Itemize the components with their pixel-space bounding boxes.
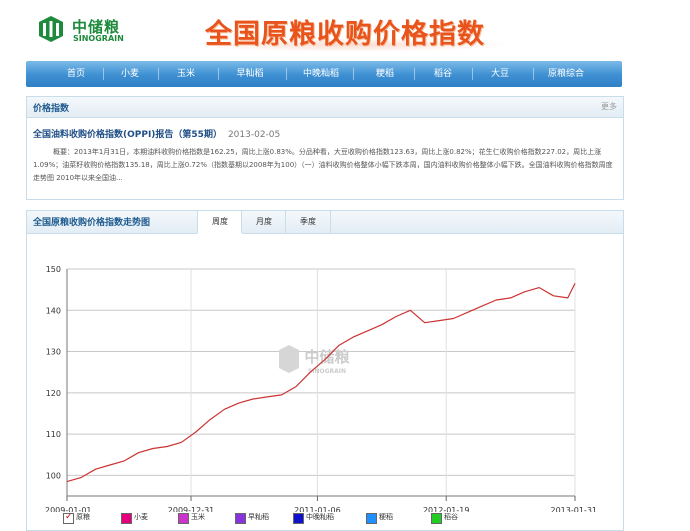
nav-item-paddy-rice[interactable]: 稻谷 (413, 61, 473, 87)
nav-item-early-indica-rice[interactable]: 早籼稻 (220, 61, 280, 87)
chart-panel: 全国原粮收购价格指数走势图 周度 月度 季度 100 110 120 130 140 15… (26, 210, 624, 531)
nav-item-corn[interactable]: 玉米 (156, 61, 216, 87)
y-tick-label: 110 (46, 430, 61, 439)
grain-logo-icon (39, 16, 63, 42)
nav-item-wheat[interactable]: 小麦 (100, 61, 160, 87)
nav-item-mid-late-indica-rice[interactable]: 中晚籼稻 (291, 61, 351, 87)
tab-monthly[interactable]: 月度 (241, 211, 286, 233)
legend-checkbox[interactable] (121, 513, 132, 524)
legend-label: 粳稻 (379, 513, 393, 521)
legend-label: 玉米 (191, 513, 205, 521)
header: 中储粮 SINOGRAIN 全国原粮收购价格指数 (0, 0, 690, 60)
legend-label: 早籼稻 (248, 513, 269, 521)
y-tick-label: 150 (46, 265, 61, 274)
news-panel-title: 价格指数 (33, 104, 70, 114)
legend-checkbox[interactable] (178, 513, 189, 524)
nav-item-japonica-rice[interactable]: 粳稻 (355, 61, 415, 87)
legend-checkbox[interactable] (431, 513, 442, 524)
news-panel-header: 价格指数 更多 (27, 97, 623, 118)
main-nav: 首页 小麦 玉米 早籼稻 中晚籼稻 粳稻 稻谷 大豆 原粮综合 (26, 61, 622, 87)
legend-checkbox[interactable]: ✓ (63, 512, 74, 524)
nav-separator (286, 68, 287, 80)
legend-label: 原粮 (76, 513, 90, 521)
nav-item-grain-composite[interactable]: 原粮综合 (536, 61, 596, 87)
nav-separator (533, 68, 534, 80)
nav-item-home[interactable]: 首页 (46, 61, 106, 87)
nav-separator (353, 68, 354, 80)
nav-separator (218, 68, 219, 80)
x-tick-label: 2013-01-31 (551, 506, 598, 512)
article-date: 2013-02-05 (227, 130, 281, 140)
y-tick-label: 140 (46, 306, 61, 315)
legend-label: 中晚籼稻 (306, 513, 334, 521)
legend-label: 小麦 (134, 513, 148, 521)
y-tick-label: 120 (46, 389, 61, 398)
nav-item-soybean[interactable]: 大豆 (470, 61, 530, 87)
article-title-link[interactable]: 全国油料收购价格指数(OPPI)报告（第55期） 2013-02-05 (33, 127, 280, 140)
article-summary: 概要：2013年1月31日，本期油料收购价格指数是162.25，周比上涨0.83… (33, 148, 613, 182)
price-index-line-chart: 1001101201301401502009-01-01 2009-12-31 20… (45, 265, 598, 512)
banner-title: 全国原粮收购价格指数 (205, 19, 485, 50)
article-title-text[interactable]: 全国油料收购价格指数(OPPI)报告（第55期） (33, 130, 222, 140)
chart-panel-header: 全国原粮收购价格指数走势图 周度 月度 季度 (27, 211, 623, 234)
chart-panel-title: 全国原粮收购价格指数走势图 (33, 218, 151, 228)
more-link[interactable]: 更多 (601, 101, 617, 112)
tab-quarterly[interactable]: 季度 (285, 211, 331, 233)
legend-checkbox[interactable] (235, 513, 246, 524)
legend-checkbox[interactable] (366, 513, 377, 524)
news-panel: 价格指数 更多 全国油料收购价格指数(OPPI)报告（第55期） 2013-02-… (26, 96, 624, 200)
y-tick-label: 100 (46, 471, 61, 480)
watermark-logo-icon (279, 345, 299, 373)
y-tick-label: 130 (46, 348, 61, 357)
legend-label: 稻谷 (444, 513, 458, 521)
plot-area (67, 269, 575, 496)
checkmark-icon: ✓ (65, 512, 73, 522)
logo-english-text: SINOGRAIN (73, 34, 124, 43)
tab-weekly[interactable]: 周度 (197, 211, 242, 234)
legend-checkbox[interactable] (293, 513, 304, 524)
